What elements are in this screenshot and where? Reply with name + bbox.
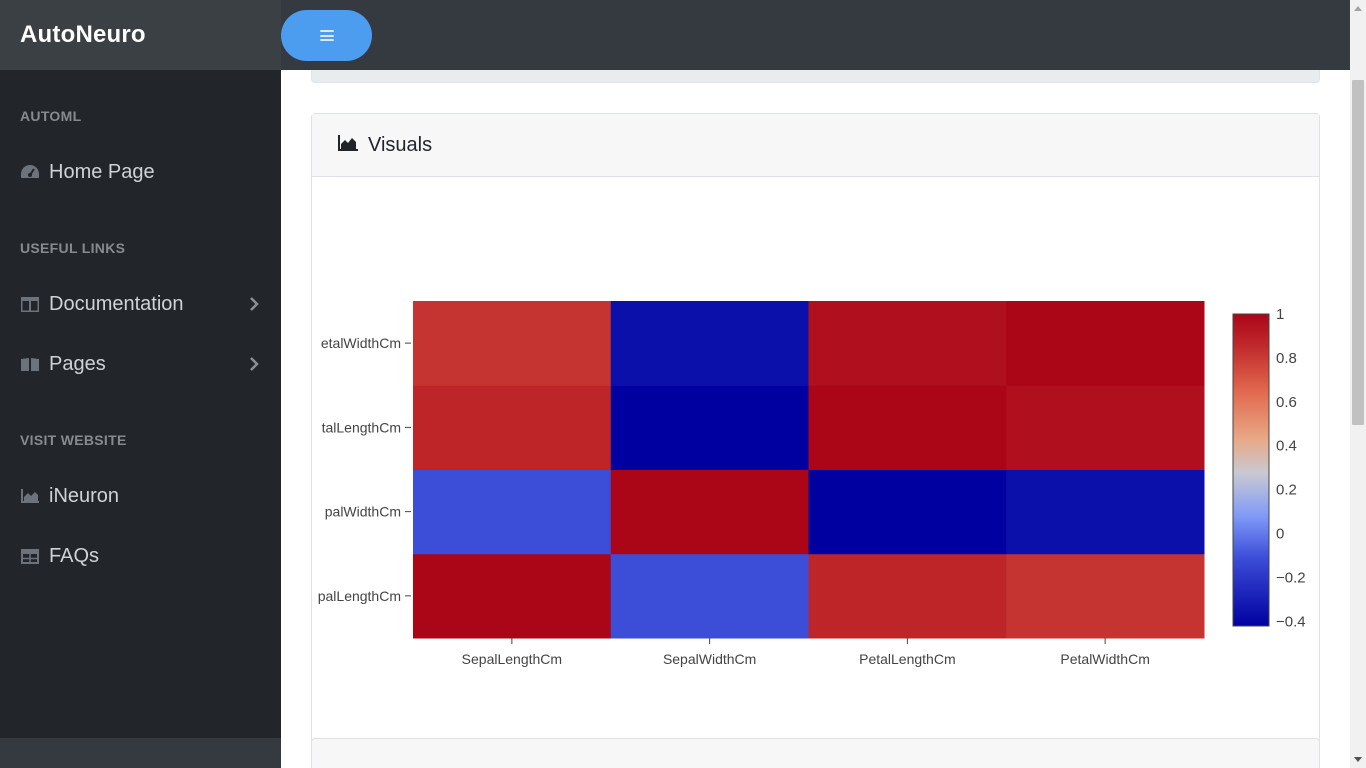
- heatmap-cell[interactable]: [1006, 469, 1205, 555]
- colorbar-tick-label: 0.8: [1276, 350, 1297, 367]
- tachometer-icon: [20, 163, 40, 181]
- card-title: Visuals: [368, 133, 433, 156]
- heatmap-cell[interactable]: [808, 553, 1007, 639]
- y-tick-label: talLengthCm: [322, 419, 401, 435]
- colorbar-tick-label: 1: [1276, 306, 1284, 323]
- heatmap-cell[interactable]: [413, 385, 612, 470]
- sidebar-section-automl: AUTOML: [20, 108, 82, 124]
- sidebar-section-visit-website: VISIT WEBSITE: [20, 432, 127, 448]
- heatmap-cell[interactable]: [1006, 301, 1205, 386]
- heatmap-cell[interactable]: [610, 553, 809, 639]
- y-tick-label: palLengthCm: [318, 588, 401, 604]
- chevron-right-icon: [249, 295, 259, 318]
- sidebar-item-ineuron[interactable]: iNeuron: [0, 474, 281, 518]
- visuals-card: Visuals SepalLengthCm SepalWidthCm PetalLe…: [311, 113, 1320, 753]
- heatmap-cell[interactable]: [1006, 385, 1205, 470]
- sidebar-item-label: iNeuron: [49, 484, 120, 507]
- visuals-card-header: Visuals: [312, 114, 1319, 177]
- brand-logo[interactable]: AutoNeuro: [0, 0, 281, 70]
- scroll-down-arrow-icon[interactable]: [1354, 757, 1362, 762]
- heatmap-cell[interactable]: [808, 301, 1007, 386]
- colorbar-tick-label: −0.4: [1276, 613, 1306, 630]
- y-tick-label: etalWidthCm: [321, 335, 401, 351]
- sidebar: AUTOML Home Page USEFUL LINKS Documentat…: [0, 70, 281, 768]
- table-icon: [20, 547, 40, 565]
- area-chart-icon: [20, 487, 40, 505]
- colorbar-tick-label: 0: [1276, 526, 1284, 543]
- book-icon: [20, 355, 40, 373]
- heatmap-cell[interactable]: [610, 385, 809, 470]
- y-tick-label: palWidthCm: [325, 504, 401, 520]
- sidebar-item-home-page[interactable]: Home Page: [0, 150, 281, 194]
- sidebar-item-label: FAQs: [49, 544, 100, 567]
- next-card: [311, 738, 1320, 768]
- scroll-thumb[interactable]: [1352, 80, 1364, 425]
- colorbar-tick-label: 0.2: [1276, 482, 1297, 499]
- heatmap-cell[interactable]: [610, 301, 809, 386]
- x-tick-label: SepalLengthCm: [462, 651, 562, 667]
- colorbar-tick-label: 0.6: [1276, 394, 1297, 411]
- page-scrollbar[interactable]: [1350, 0, 1366, 768]
- sidebar-item-pages[interactable]: Pages: [0, 342, 281, 386]
- main-content: Visuals SepalLengthCm SepalWidthCm PetalLe…: [281, 70, 1350, 768]
- heatmap-cell[interactable]: [413, 469, 612, 555]
- heatmap-cell[interactable]: [610, 469, 809, 555]
- x-tick-label: PetalWidthCm: [1060, 651, 1149, 667]
- sidebar-item-label: Pages: [49, 352, 106, 375]
- colorbar-tick-label: 0.4: [1276, 438, 1297, 455]
- sidebar-item-label: Documentation: [49, 292, 184, 315]
- sidebar-item-faqs[interactable]: FAQs: [0, 534, 281, 578]
- heatmap-cell[interactable]: [808, 385, 1007, 470]
- sidebar-item-documentation[interactable]: Documentation: [0, 282, 281, 326]
- x-tick-label: PetalLengthCm: [859, 651, 956, 667]
- heatmap-cell[interactable]: [1006, 553, 1205, 639]
- heatmap-cell[interactable]: [808, 469, 1007, 555]
- previous-card: [311, 70, 1320, 83]
- x-tick-label: SepalWidthCm: [663, 651, 756, 667]
- chevron-right-icon: [249, 355, 259, 378]
- sidebar-toggle-button[interactable]: [281, 10, 372, 61]
- area-chart-icon: [338, 134, 358, 156]
- correlation-heatmap[interactable]: SepalLengthCm SepalWidthCm PetalLengthCm Pe…: [312, 177, 1319, 737]
- top-navbar: AutoNeuro: [0, 0, 1350, 70]
- heatmap-cell[interactable]: [413, 553, 612, 639]
- scroll-up-arrow-icon[interactable]: [1354, 6, 1362, 11]
- colorbar: [1232, 313, 1270, 627]
- sidebar-footer: [0, 738, 281, 768]
- columns-icon: [20, 295, 40, 313]
- heatmap-cell[interactable]: [413, 301, 612, 386]
- sidebar-section-useful-links: USEFUL LINKS: [20, 240, 126, 256]
- sidebar-item-label: Home Page: [49, 160, 155, 183]
- hamburger-icon: [319, 30, 334, 41]
- colorbar-tick-label: −0.2: [1276, 569, 1306, 586]
